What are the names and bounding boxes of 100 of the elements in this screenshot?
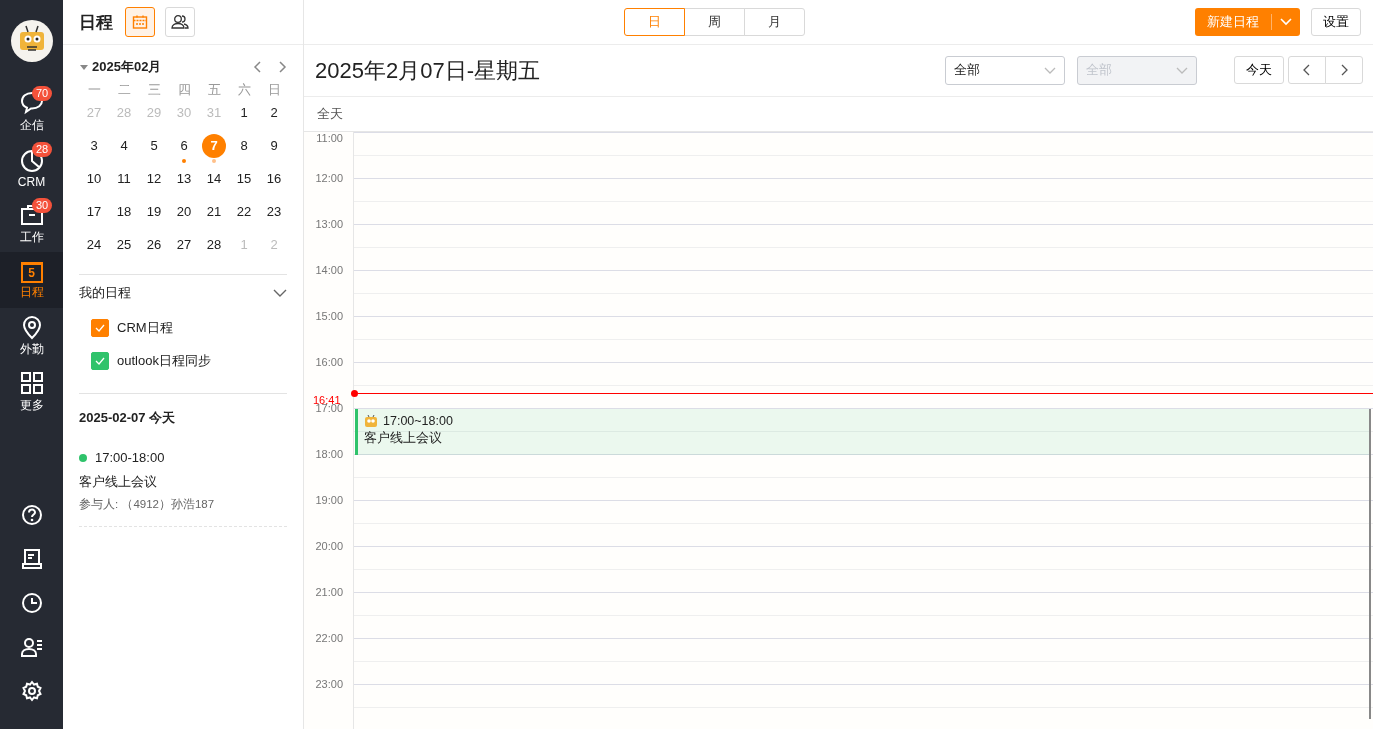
hour-label: 14:00: [315, 264, 343, 276]
calendar-day[interactable]: 10: [82, 167, 106, 191]
calendar-day[interactable]: 1: [232, 101, 256, 125]
month-label: 2025年02月: [92, 58, 162, 76]
hour-label: 23:00: [315, 678, 343, 690]
nav-item[interactable]: CRM 28: [0, 140, 63, 196]
calendar-day[interactable]: 19: [142, 200, 166, 224]
nav-label: CRM: [17, 174, 46, 189]
caret-down-icon[interactable]: [79, 62, 89, 72]
checkbox[interactable]: [91, 318, 109, 337]
event-title: 客户线上会议: [364, 430, 443, 447]
calendar-day[interactable]: 11: [112, 167, 136, 191]
calendar-day[interactable]: 15: [232, 167, 256, 191]
calendar-day[interactable]: 13: [172, 167, 196, 191]
hour-label: 21:00: [315, 586, 343, 598]
calendar-day[interactable]: 3: [82, 134, 106, 158]
weekday-label: 日: [266, 81, 282, 99]
people-view-button[interactable]: [165, 7, 195, 37]
section-title: 我的日程: [79, 284, 131, 302]
event-time: 17:00-18:00: [95, 450, 165, 465]
people-icon: [171, 14, 189, 30]
nav-label: 企信: [19, 117, 44, 134]
view-tab[interactable]: 月: [744, 8, 805, 36]
chevron-right-icon: [1340, 64, 1348, 76]
calendar-day[interactable]: 22: [232, 200, 256, 224]
checkbox[interactable]: [91, 351, 109, 370]
weekday-label: 四: [176, 81, 192, 99]
hour-label: 15:00: [315, 310, 343, 322]
calendar-day[interactable]: 14: [202, 167, 226, 191]
nav-item[interactable]: 5 日程: [0, 252, 63, 308]
calendar-day[interactable]: 26: [142, 233, 166, 257]
count-badge: 70: [32, 86, 53, 101]
previous-month-icon[interactable]: [253, 61, 263, 73]
hour-label: 12:00: [315, 172, 343, 184]
check-icon: [95, 356, 105, 365]
calendar-day[interactable]: 18: [112, 200, 136, 224]
calendar-day[interactable]: 17: [82, 200, 106, 224]
chevron-down-icon: [1176, 66, 1188, 75]
calendar-day[interactable]: 5: [142, 134, 166, 158]
today-button[interactable]: 今天: [1234, 56, 1284, 84]
weekday-label: 二: [116, 81, 132, 99]
settings-button[interactable]: 设置: [1311, 8, 1361, 36]
hour-label: 11:00: [316, 132, 343, 144]
event-block[interactable]: 17:00~18:00 客户线上会议: [355, 409, 1369, 455]
next-month-icon[interactable]: [277, 61, 287, 73]
nav-label: 日程: [19, 283, 44, 301]
nav-label: 更多: [19, 397, 44, 414]
filter-dropdown[interactable]: 全部: [945, 56, 1065, 85]
weekday-label: 三: [146, 81, 162, 99]
previous-day-button[interactable]: [1288, 56, 1326, 84]
all-day-label: 全天: [317, 105, 343, 123]
calendar-view-button[interactable]: [125, 7, 155, 37]
calendar-day[interactable]: 6: [172, 134, 196, 158]
calendar-day[interactable]: 25: [112, 233, 136, 257]
calendar-day[interactable]: 4: [112, 134, 136, 158]
weekday-label: 五: [206, 81, 222, 99]
hour-label: 13:00: [315, 218, 343, 230]
hour-label: 16:00: [315, 356, 343, 368]
agenda-date: 2025-02-07 今天: [79, 409, 177, 427]
event-title: 客户线上会议: [79, 473, 158, 491]
grid-icon: [18, 370, 45, 396]
nav-item[interactable]: 企信 70: [0, 84, 63, 140]
chevron-down-icon: [1044, 66, 1056, 75]
calendar-day[interactable]: 27: [172, 233, 196, 257]
calendar-day[interactable]: 16: [262, 167, 286, 191]
hour-label: 22:00: [315, 632, 343, 644]
calendar-day[interactable]: 9: [262, 134, 286, 158]
calendar-day[interactable]: 24: [82, 233, 106, 257]
calendar-name: outlook日程同步: [117, 351, 211, 370]
nav-item[interactable]: 外勤: [0, 308, 63, 364]
hour-label: 20:00: [315, 540, 343, 552]
calendar-day[interactable]: 20: [172, 200, 196, 224]
scrollbar[interactable]: [1369, 409, 1371, 719]
calendar-day[interactable]: 12: [142, 167, 166, 191]
count-badge: 30: [32, 198, 53, 213]
calendar-day[interactable]: 2: [262, 101, 286, 125]
calendar-day[interactable]: 28: [202, 233, 226, 257]
participants-text: 参与人: （4912）孙浩187: [79, 497, 216, 512]
nav-item[interactable]: 工作 30: [0, 196, 63, 252]
nav-label: 外勤: [19, 341, 44, 358]
calendar-day[interactable]: 8: [232, 134, 256, 158]
check-icon: [95, 323, 105, 332]
calendar-name: CRM日程: [117, 318, 173, 337]
date-heading: 2025年2月07日-星期五: [315, 56, 540, 85]
calendar-icon: 5: [20, 261, 43, 283]
nav-label: 工作: [19, 229, 44, 246]
hour-label: 18:00: [315, 448, 343, 460]
nav-item[interactable]: 更多: [0, 364, 63, 420]
hour-label: 19:00: [315, 494, 343, 506]
count-badge: 28: [32, 142, 53, 157]
chevron-down-icon[interactable]: [273, 288, 287, 298]
next-day-button[interactable]: [1325, 56, 1363, 84]
view-tab[interactable]: 周: [684, 8, 745, 36]
weekday-label: 六: [236, 81, 252, 99]
calendar-day[interactable]: 23: [262, 200, 286, 224]
calendar-day[interactable]: 21: [202, 200, 226, 224]
calendar-icon: [132, 14, 148, 30]
event-time: 17:00~18:00: [383, 414, 453, 428]
bee-logo-icon: [10, 20, 53, 62]
bee-avatar-icon: [364, 414, 378, 428]
